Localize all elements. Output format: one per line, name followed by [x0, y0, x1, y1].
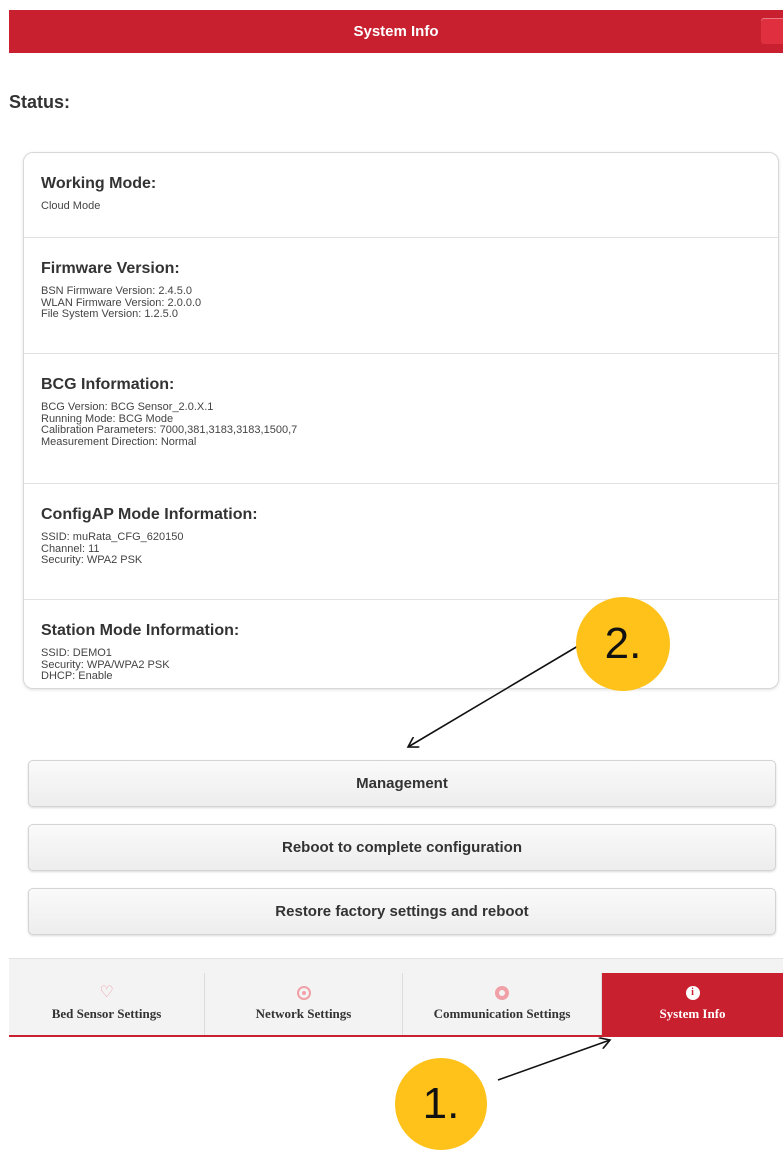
arrow-to-system-info: [497, 1040, 610, 1081]
tab-label: System Info: [659, 1006, 726, 1021]
configap-mode-section: ConfigAP Mode Information: SSID: muRata_…: [24, 484, 778, 599]
working-mode-section: Working Mode: Cloud Mode: [24, 153, 778, 237]
page-title: System Info: [353, 23, 439, 40]
tab-system-info[interactable]: i System Info: [602, 973, 783, 1035]
section-line: BCG Version: BCG Sensor_2.0.X.1: [41, 401, 214, 413]
heart-icon: ♡: [99, 984, 114, 1001]
section-line: Calibration Parameters: 7000,381,3183,31…: [41, 424, 298, 436]
section-line: BSN Firmware Version: 2.4.5.0: [41, 285, 193, 297]
target-icon: [296, 986, 311, 1000]
firmware-version-section: Firmware Version: BSN Firmware Version: …: [24, 238, 778, 353]
tab-network-settings[interactable]: Network Settings: [205, 973, 403, 1035]
callout-one: 1.: [395, 1058, 487, 1150]
bcg-information-section: BCG Information: BCG Version: BCG Sensor…: [24, 354, 778, 483]
section-line: DHCP: Enable: [41, 670, 113, 682]
callout-two: 2.: [576, 597, 670, 691]
tab-communication-settings[interactable]: Communication Settings: [403, 973, 602, 1035]
section-line: SSID: muRata_CFG_620150: [41, 531, 184, 543]
section-line: Security: WPA2 PSK: [41, 554, 143, 566]
header-corner-button[interactable]: [761, 18, 783, 44]
section-line: Security: WPA/WPA2 PSK: [41, 658, 170, 671]
section-title: Working Mode:: [41, 175, 157, 192]
callout-label: 2.: [604, 619, 642, 668]
section-line: File System Version: 1.2.5.0: [41, 308, 178, 320]
section-title: Firmware Version:: [41, 260, 180, 277]
section-title: ConfigAP Mode Information:: [41, 506, 258, 523]
reboot-button[interactable]: Reboot to complete configuration: [28, 824, 776, 871]
tab-bed-sensor-settings[interactable]: ♡ Bed Sensor Settings: [9, 973, 205, 1035]
bottom-tab-bar: ♡ Bed Sensor Settings Network Settings C…: [9, 958, 783, 1037]
tab-label: Network Settings: [255, 1006, 352, 1021]
restore-factory-button[interactable]: Restore factory settings and reboot: [28, 888, 776, 935]
status-card: Working Mode: Cloud Mode Firmware Versio…: [23, 152, 779, 689]
section-title: BCG Information:: [41, 376, 175, 393]
tab-label: Communication Settings: [433, 1006, 571, 1021]
info-icon: i: [685, 986, 700, 1000]
tab-label: Bed Sensor Settings: [51, 1006, 162, 1021]
management-button[interactable]: Management: [28, 760, 776, 807]
status-heading: Status:: [9, 92, 71, 112]
app-header: System Info: [9, 10, 783, 53]
section-line: Cloud Mode: [41, 200, 101, 212]
callout-label: 1.: [422, 1079, 460, 1128]
gear-icon: [495, 986, 509, 1000]
section-line: Channel: 11: [41, 542, 100, 555]
section-line: Measurement Direction: Normal: [41, 435, 197, 448]
